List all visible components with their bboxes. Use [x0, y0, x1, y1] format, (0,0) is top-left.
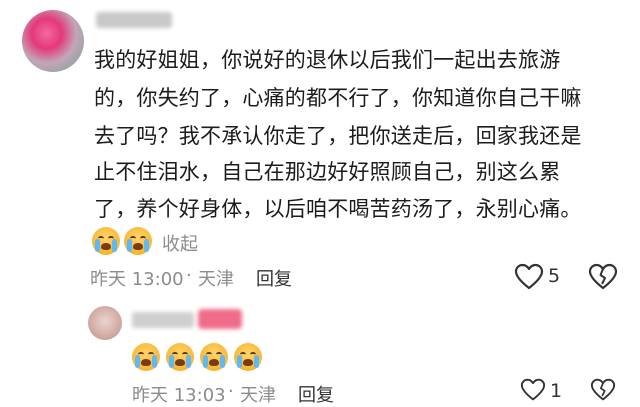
avatar[interactable] [88, 306, 122, 340]
crying-emoji [92, 227, 120, 259]
like-count: 5 [548, 265, 561, 287]
broken-heart-icon [588, 263, 618, 290]
heart-outline-icon [514, 263, 544, 290]
dislike-button[interactable] [588, 378, 618, 402]
reply-button[interactable]: 回复 [298, 381, 334, 407]
like-button[interactable] [518, 378, 548, 402]
like-button[interactable] [514, 263, 544, 291]
meta-separator: · [186, 265, 192, 286]
avatar[interactable] [22, 10, 84, 72]
crying-emoji [234, 343, 262, 375]
comment-text-line-1: 我的好姐姐，你说好的退休以后我们一起出去旅游 [94, 48, 561, 72]
user-badge-blurred [198, 309, 242, 329]
collapse-button[interactable]: 收起 [162, 230, 198, 256]
crying-emoji [200, 343, 228, 375]
meta-separator: · [228, 381, 234, 402]
dislike-button[interactable] [588, 263, 618, 291]
reply-time: 昨天 13:03 [132, 385, 226, 406]
comment-time: 昨天 13:00 [90, 269, 184, 290]
reply-button[interactable]: 回复 [256, 265, 292, 291]
username-blurred[interactable] [96, 12, 172, 28]
comment-text-line-2: 的，你失约了，心痛的都不行了，你知道你自己干嘛 [94, 86, 582, 110]
reply-location: 天津 [240, 385, 276, 406]
crying-emoji [124, 227, 152, 259]
comment-text-line-3: 去了吗？我不承认你走了，把你送走后，回家我还是 [94, 124, 582, 148]
heart-outline-icon [520, 378, 546, 401]
comment-text-line-5: 了，养个好身体，以后咱不喝苦药汤了，永别心痛。 [94, 197, 582, 221]
like-count: 1 [550, 380, 563, 402]
crying-emoji [132, 343, 160, 375]
comment-text-line-4: 止不住泪水，自己在那边好好照顾自己，别这么累 [94, 160, 561, 184]
comment-location: 天津 [198, 269, 234, 290]
crying-emoji [166, 343, 194, 375]
broken-heart-icon [590, 378, 616, 401]
username-blurred[interactable] [132, 312, 194, 328]
